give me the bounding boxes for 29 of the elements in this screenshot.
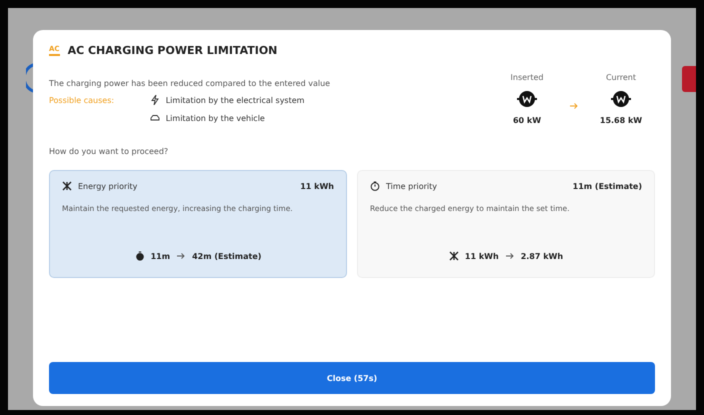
timer-icon — [370, 181, 380, 191]
status-tag — [682, 66, 696, 92]
arrow-icon — [504, 251, 515, 261]
option-title: Energy priority — [78, 182, 138, 190]
progress-ring-drawing — [26, 63, 35, 93]
connector-icon — [610, 90, 632, 108]
close-button[interactable]: Close (57s) — [49, 362, 655, 394]
question-text: How do you want to proceed? — [49, 147, 170, 156]
cause-text: Limitation by the electrical system — [166, 96, 304, 104]
to-value: 2.87 kWh — [520, 252, 564, 260]
causes-label: Possible causes: — [49, 96, 116, 104]
option-amount: 11 kWh — [300, 182, 334, 190]
timer-icon — [134, 251, 145, 261]
power-label: Current — [606, 73, 636, 82]
arrow-icon — [569, 101, 579, 111]
option-title: Time priority — [386, 182, 437, 190]
from-value: 11m — [150, 252, 170, 260]
power-label: Inserted — [510, 73, 544, 82]
option-amount: 11m (Estimate) — [572, 182, 642, 190]
to-value: 42m (Estimate) — [192, 252, 262, 260]
message-text: The charging power has been reduced compared to the entered value — [49, 79, 330, 88]
cause-text: Limitation by the vehicle — [166, 114, 265, 122]
lightning-icon — [150, 95, 160, 105]
connector-icon — [516, 90, 538, 108]
arrow-icon — [176, 251, 186, 261]
from-value: 11 kWh — [464, 252, 499, 260]
dialog-title: AC CHARGING POWER LIMITATION — [68, 44, 278, 57]
power-value: 15.68 kW — [600, 116, 642, 125]
power-value: 60 kW — [512, 116, 542, 125]
